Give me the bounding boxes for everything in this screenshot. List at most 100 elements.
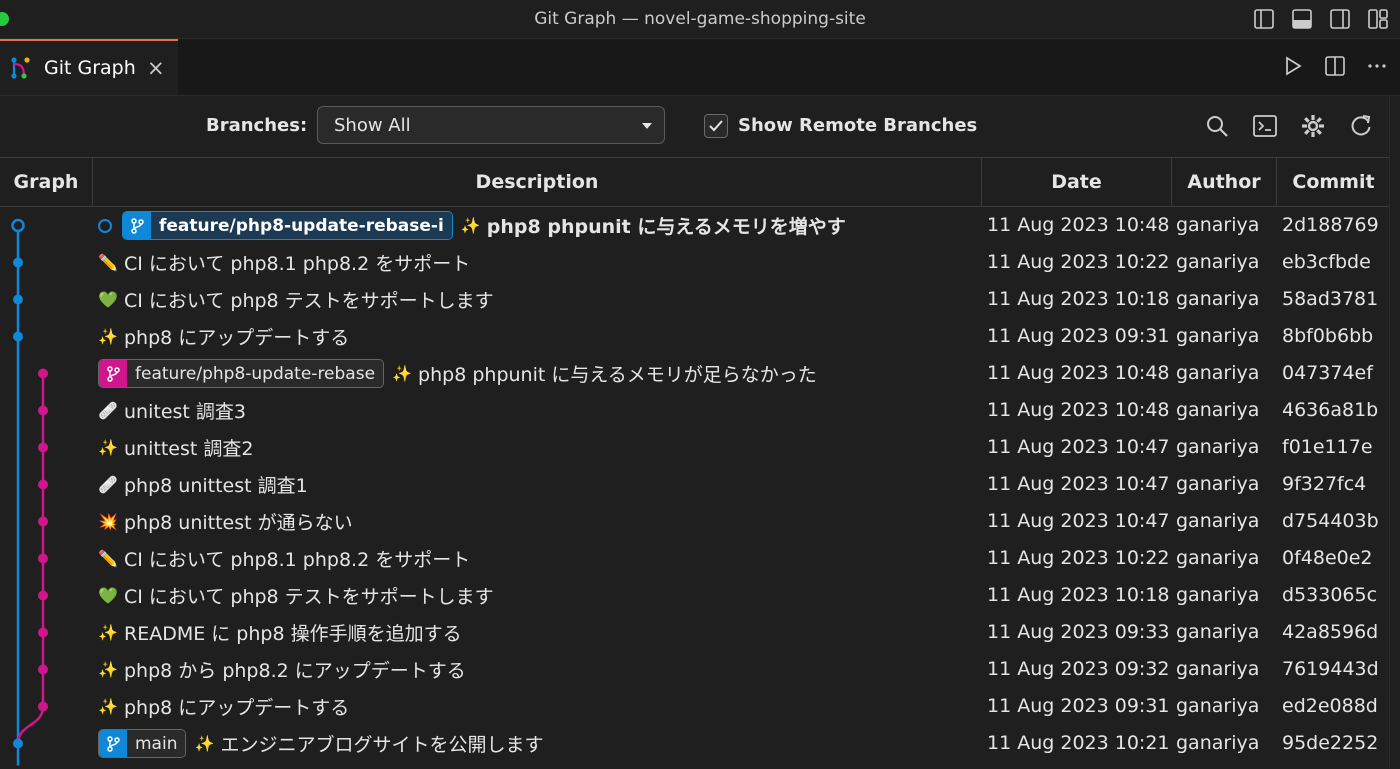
gitmoji-icon: ✨ — [98, 697, 118, 716]
table-row[interactable]: 🩹 unitest 調査3 11 Aug 2023 10:48 ganariya 463… — [0, 392, 1390, 429]
refresh-icon[interactable] — [1348, 113, 1374, 139]
commit-description: 🩹 unitest 調査3 — [98, 392, 978, 429]
gitmoji-icon: ✨ — [98, 327, 118, 346]
commit-message: php8 unittest が通らない — [124, 512, 353, 534]
tab-git-graph[interactable]: Git Graph × — [0, 39, 178, 95]
commit-date: 11 Aug 2023 10:47 — [987, 510, 1170, 532]
search-icon[interactable] — [1204, 113, 1230, 139]
gitmoji-icon: 🩹 — [98, 401, 118, 420]
commit-hash: d754403b — [1282, 510, 1379, 532]
table-row[interactable]: ✨ php8 から php8.2 にアップデートする 11 Aug 2023 09:… — [0, 651, 1390, 688]
gitmoji-icon: ✨ — [98, 438, 118, 457]
run-icon[interactable] — [1282, 55, 1304, 77]
editor-tabbar: Git Graph × — [0, 39, 1400, 96]
commit-hash: 047374ef — [1282, 362, 1373, 384]
commit-hash: 8bf0b6bb — [1282, 325, 1374, 347]
commit-date: 11 Aug 2023 10:18 — [987, 584, 1170, 606]
branch-icon — [99, 360, 127, 387]
column-header-commit: Commit — [1276, 158, 1390, 206]
commit-hash: 95de2252 — [1282, 732, 1379, 754]
commit-author: ganariya — [1176, 547, 1260, 569]
commit-author: ganariya — [1176, 214, 1260, 236]
gear-icon[interactable] — [1300, 113, 1326, 139]
commit-description: ✨ unittest 調査2 — [98, 429, 978, 466]
table-row[interactable]: 💚 CI において php8 テストをサポートします 11 Aug 2023 10:… — [0, 577, 1390, 614]
commit-hash: 4636a81b — [1282, 399, 1379, 421]
commit-message: CI において php8 テストをサポートします — [124, 586, 494, 608]
commit-author: ganariya — [1176, 473, 1260, 495]
show-remote-branches-checkbox[interactable] — [704, 114, 728, 138]
table-row[interactable]: ✨ README に php8 操作手順を追加する 11 Aug 2023 09:3… — [0, 614, 1390, 651]
commit-author: ganariya — [1176, 732, 1260, 754]
commit-hash: eb3cfbde — [1282, 251, 1371, 273]
branches-label: Branches: — [206, 115, 308, 136]
split-editor-icon[interactable] — [1324, 55, 1346, 77]
customize-layout-icon[interactable] — [1366, 7, 1390, 31]
commit-message: CI において php8.1 php8.2 をサポート — [124, 253, 471, 275]
branches-dropdown-value: Show All — [334, 115, 411, 136]
commit-date: 11 Aug 2023 10:48 — [987, 214, 1170, 236]
checkmark-icon — [709, 120, 723, 132]
commit-description: 💚 CI において php8 テストをサポートします — [98, 577, 978, 614]
commit-date: 11 Aug 2023 10:48 — [987, 362, 1170, 384]
commit-date: 11 Aug 2023 09:31 — [987, 325, 1170, 347]
branch-ref-badge[interactable]: feature/php8-update-rebase — [98, 359, 385, 388]
commit-message: php8 にアップデートする — [124, 327, 350, 349]
vertical-scrollbar[interactable] — [1389, 96, 1400, 768]
table-row[interactable]: ✏️ CI において php8.1 php8.2 をサポート 11 Aug 2023… — [0, 540, 1390, 577]
commit-description: ✨ php8 から php8.2 にアップデートする — [98, 651, 978, 688]
commit-date: 11 Aug 2023 10:47 — [987, 473, 1170, 495]
commit-message: php8 にアップデートする — [124, 697, 350, 719]
commit-message: CI において php8.1 php8.2 をサポート — [124, 549, 471, 571]
branch-ref-name: main — [127, 730, 186, 757]
table-row[interactable]: main ✨ エンジニアブログサイトを公開します 11 Aug 2023 10:21 g… — [0, 725, 1390, 762]
editor-actions — [1282, 55, 1388, 77]
commit-message: unittest 調査2 — [124, 438, 254, 460]
table-row[interactable]: ✨ unittest 調査2 11 Aug 2023 10:47 ganariya f0… — [0, 429, 1390, 466]
git-graph-icon — [11, 57, 30, 79]
gitmoji-icon: 💚 — [98, 586, 118, 605]
commit-hash: 9f327fc4 — [1282, 473, 1367, 495]
toggle-panel-icon[interactable] — [1290, 7, 1314, 31]
table-row[interactable]: feature/php8-update-rebase-i ✨ php8 phpuni… — [0, 207, 1390, 244]
toggle-secondary-sidebar-icon[interactable] — [1328, 7, 1352, 31]
commit-hash: 7619443d — [1282, 658, 1379, 680]
terminal-icon[interactable] — [1252, 113, 1278, 139]
commit-description: feature/php8-update-rebase ✨ php8 phpunit … — [98, 355, 978, 392]
head-indicator-icon — [98, 218, 112, 233]
tab-close-icon[interactable]: × — [147, 56, 165, 80]
commit-date: 11 Aug 2023 09:33 — [987, 621, 1170, 643]
gitmoji-icon: 💥 — [98, 512, 118, 531]
show-remote-branches-label[interactable]: Show Remote Branches — [738, 115, 977, 136]
commit-date: 11 Aug 2023 10:22 — [987, 251, 1170, 273]
table-row[interactable]: 🩹 php8 unittest 調査1 11 Aug 2023 10:47 ganar… — [0, 466, 1390, 503]
commit-author: ganariya — [1176, 362, 1260, 384]
commit-description: 💚 CI において php8 テストをサポートします — [98, 281, 978, 318]
commit-description: ✏️ CI において php8.1 php8.2 をサポート — [98, 244, 978, 281]
gitmoji-icon: 💚 — [98, 290, 118, 309]
commit-author: ganariya — [1176, 510, 1260, 532]
commit-hash: ed2e088d — [1282, 695, 1378, 717]
commit-description: ✏️ CI において php8.1 php8.2 をサポート — [98, 540, 978, 577]
branch-ref-badge[interactable]: main — [98, 729, 187, 758]
commit-hash: 42a8596d — [1282, 621, 1379, 643]
table-row[interactable]: ✨ php8 にアップデートする 11 Aug 2023 09:31 ganariya… — [0, 318, 1390, 355]
more-actions-icon[interactable] — [1366, 55, 1388, 77]
chevron-down-icon — [642, 123, 652, 129]
toggle-primary-sidebar-icon[interactable] — [1252, 7, 1276, 31]
table-row[interactable]: feature/php8-update-rebase ✨ php8 phpunit … — [0, 355, 1390, 392]
commit-hash: 0f48e0e2 — [1282, 547, 1373, 569]
commit-description: main ✨ エンジニアブログサイトを公開します — [98, 725, 978, 762]
branch-ref-badge[interactable]: feature/php8-update-rebase-i — [122, 211, 453, 240]
branches-dropdown[interactable]: Show All — [317, 106, 665, 144]
gitmoji-icon: ✏️ — [98, 253, 118, 272]
commit-hash: 58ad3781 — [1282, 288, 1379, 310]
table-row[interactable]: 💚 CI において php8 テストをサポートします 11 Aug 2023 10:… — [0, 281, 1390, 318]
git-graph-controls: Branches: Show All Show Remote Branches — [0, 96, 1390, 156]
commit-author: ganariya — [1176, 658, 1260, 680]
commit-author: ganariya — [1176, 695, 1260, 717]
table-row[interactable]: 💥 php8 unittest が通らない 11 Aug 2023 10:47 gan… — [0, 503, 1390, 540]
branch-ref-name: feature/php8-update-rebase — [127, 360, 384, 387]
table-row[interactable]: ✨ php8 にアップデートする 11 Aug 2023 09:31 ganariya… — [0, 688, 1390, 725]
table-row[interactable]: ✏️ CI において php8.1 php8.2 をサポート 11 Aug 2023… — [0, 244, 1390, 281]
